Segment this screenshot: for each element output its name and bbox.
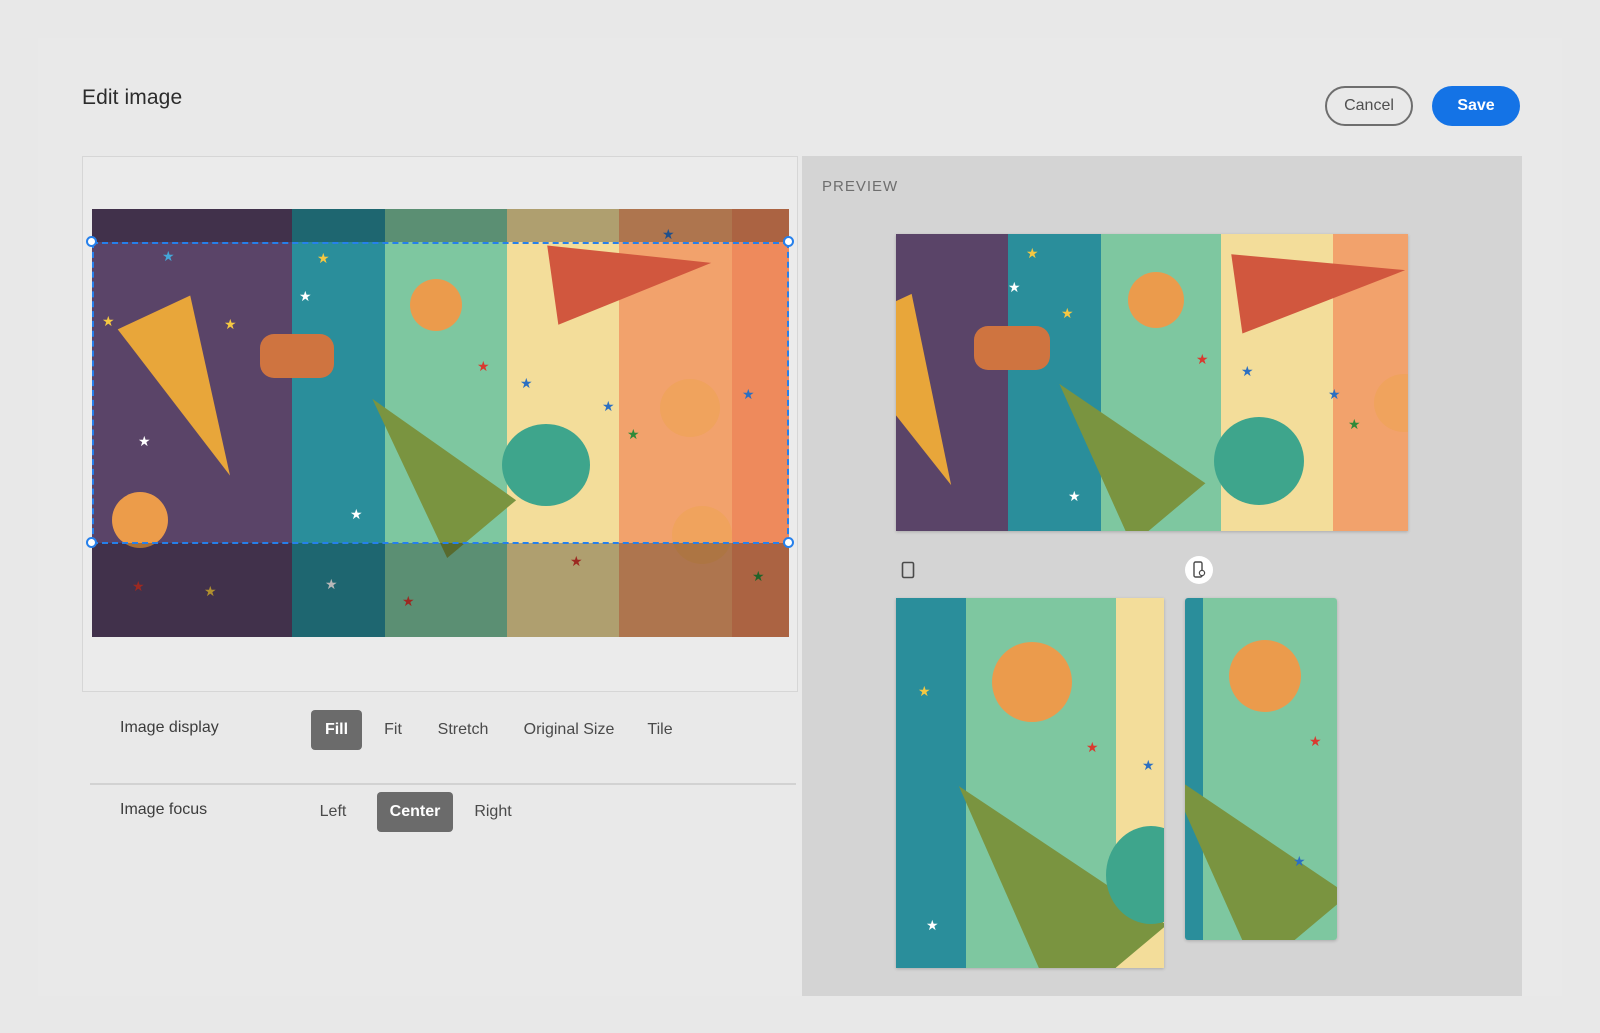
star-sprinkle: ★: [1068, 488, 1081, 504]
focus-option-left[interactable]: Left: [309, 792, 357, 832]
mobile-icon[interactable]: [1185, 556, 1213, 584]
display-option-stretch[interactable]: Stretch: [428, 710, 498, 750]
display-option-fit[interactable]: Fit: [371, 710, 415, 750]
star-sprinkle: ★: [918, 683, 931, 699]
crop-selection[interactable]: [92, 242, 789, 544]
star-sprinkle: ★: [1061, 305, 1074, 321]
display-option-tile[interactable]: Tile: [636, 710, 684, 750]
tablet-icon[interactable]: [894, 556, 922, 584]
brown-macaron: [974, 326, 1050, 370]
display-option-original-size[interactable]: Original Size: [515, 710, 623, 750]
star-sprinkle: ★: [1026, 245, 1039, 261]
display-option-fill[interactable]: Fill: [311, 710, 362, 750]
mobile-preview-image: ★ ★: [1185, 598, 1337, 940]
dialog-title: Edit image: [82, 86, 183, 109]
image-display-label: Image display: [120, 719, 219, 736]
image-editor-panel: ★ ★ ★ ★ ★ ★ ★ ★ ★ ★ ★ ★ ★ ★ ★ ★ ★ ★ ★: [82, 156, 798, 692]
orange-macaron: [992, 642, 1072, 722]
image-focus-label: Image focus: [120, 801, 208, 818]
crop-handle-top-left[interactable]: [86, 236, 97, 247]
star-sprinkle: ★: [1241, 363, 1254, 379]
crop-handle-bottom-right[interactable]: [783, 537, 794, 548]
focus-option-right[interactable]: Right: [465, 792, 521, 832]
star-sprinkle: ★: [1196, 351, 1209, 367]
star-sprinkle: ★: [1086, 739, 1099, 755]
source-image: ★ ★ ★ ★ ★ ★ ★ ★ ★ ★ ★ ★ ★ ★ ★ ★ ★ ★ ★: [92, 209, 789, 637]
cancel-button[interactable]: Cancel: [1325, 86, 1413, 126]
orange-macaron: [1229, 640, 1301, 712]
preview-panel: PREVIEW ★ ★ ★ ★ ★ ★ ★ ★ ★ ★ ★ ★ ★ ★: [802, 156, 1522, 996]
teal-macaron: [1214, 417, 1304, 505]
tablet-preview-image: ★ ★ ★ ★: [896, 598, 1164, 968]
star-sprinkle: ★: [1293, 853, 1306, 869]
desktop-preview-image: ★ ★ ★ ★ ★ ★ ★ ★: [896, 234, 1408, 531]
star-sprinkle: ★: [926, 917, 939, 933]
crop-handle-bottom-left[interactable]: [86, 537, 97, 548]
crop-dim-top: [92, 209, 789, 242]
orange-macaron: [1128, 272, 1184, 328]
preview-label: PREVIEW: [822, 178, 899, 195]
crop-dim-bottom: [92, 543, 789, 637]
star-sprinkle: ★: [1142, 757, 1155, 773]
star-sprinkle: ★: [1008, 279, 1021, 295]
controls-divider: [90, 783, 796, 785]
save-button[interactable]: Save: [1432, 86, 1520, 126]
crop-handle-top-right[interactable]: [783, 236, 794, 247]
star-sprinkle: ★: [1309, 733, 1322, 749]
star-sprinkle: ★: [1328, 386, 1341, 402]
star-sprinkle: ★: [1348, 416, 1361, 432]
edit-image-dialog: Edit image Cancel Save ★ ★ ★ ★ ★ ★ ★ ★ ★…: [38, 38, 1562, 996]
focus-option-center[interactable]: Center: [377, 792, 453, 832]
